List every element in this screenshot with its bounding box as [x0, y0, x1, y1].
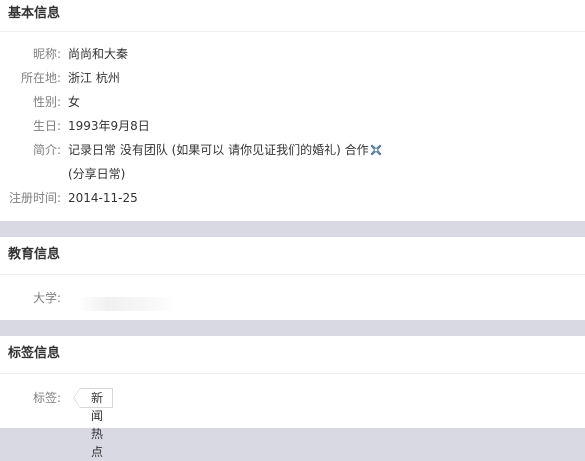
gender-value: 女 [68, 95, 81, 109]
location-label: 所在地: [20, 71, 61, 85]
university-label: 大学: [32, 291, 61, 305]
education-info-section: 教育信息 大学: [0, 237, 585, 320]
intro-label: 简介: [32, 143, 61, 157]
intro-text-line2: (分享日常) [68, 167, 126, 181]
tag-info-title: 标签信息 [0, 336, 585, 374]
nickname-value: 尚尚和大秦 [68, 47, 129, 61]
basic-info-title: 基本信息 [0, 0, 585, 32]
education-info-title: 教育信息 [0, 237, 585, 275]
university-value-redacted [78, 297, 176, 311]
register-value: 2014-11-25 [68, 191, 138, 205]
gender-label: 性别: [32, 95, 61, 109]
register-label: 注册时间: [8, 191, 61, 205]
basic-info-section: 基本信息 昵称: 尚尚和大秦 所在地: 浙江 杭州 性别: 女 生日: 1993… [0, 0, 585, 221]
birthday-value: 1993年9月8日 [68, 119, 150, 133]
tag-info-section: 标签信息 标签: 新闻热点 [0, 336, 585, 459]
birthday-label: 生日: [32, 119, 61, 133]
nickname-label: 昵称: [32, 47, 61, 61]
cross-emoji-icon [370, 143, 382, 156]
location-value: 浙江 杭州 [68, 71, 120, 85]
intro-value: 记录日常 没有团队 (如果可以 请你见证我们的婚礼) 合作 [68, 141, 382, 159]
tags-label: 标签: [32, 391, 61, 405]
intro-text: 记录日常 没有团队 (如果可以 请你见证我们的婚礼) 合作 [68, 143, 369, 157]
tag-news-hotspot[interactable]: 新闻热点 [72, 388, 114, 459]
